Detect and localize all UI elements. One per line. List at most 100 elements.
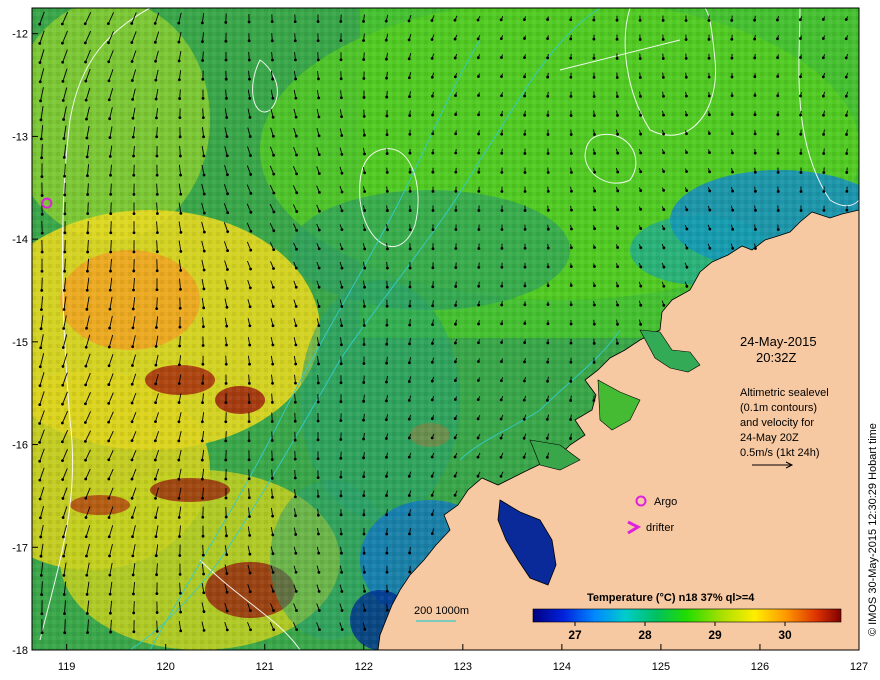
velocity-arrow-head [523,113,527,117]
velocity-arrow-head [477,75,480,78]
velocity-arrow-head [178,363,181,367]
velocity-arrow-head [500,303,504,307]
velocity-arrow-head [500,284,504,288]
velocity-arrow-head [271,590,275,593]
velocity-arrow-head [106,22,110,26]
velocity-arrow-head [340,228,344,232]
velocity-arrow-head [38,403,42,406]
velocity-arrow-head [270,458,274,461]
velocity-arrow-head [294,381,297,385]
velocity-arrow-head [546,113,550,117]
velocity-arrow-head [177,40,181,44]
colorbar-tick-label: 30 [778,628,792,642]
velocity-arrow-head [546,360,550,364]
velocity-arrow-head [202,192,206,196]
velocity-arrow-head [616,151,620,155]
velocity-arrow-head [730,94,734,98]
colorbar-title: Temperature (°C) n18 37% ql>=4 [587,592,755,604]
velocity-arrow-head [776,56,780,60]
velocity-arrow-head [294,324,298,328]
velocity-arrow-head [362,456,365,460]
velocity-arrow-head [130,22,134,25]
velocity-arrow-head [639,113,642,117]
velocity-arrow-head [86,231,90,235]
velocity-arrow-head [339,456,343,460]
velocity-arrow-head [754,247,757,250]
velocity-arrow-head [453,436,457,440]
velocity-arrow-head [249,154,252,157]
velocity-arrow-head [271,58,274,62]
velocity-arrow-head [130,401,134,405]
velocity-arrow-head [339,381,343,385]
velocity-arrow-head [454,151,458,155]
velocity-arrow-head [476,56,480,60]
velocity-arrow-head [248,116,252,119]
velocity-arrow-head [40,308,43,311]
velocity-arrow-head [500,265,504,269]
velocity-arrow-head [132,611,136,615]
velocity-arrow-head [407,513,411,517]
velocity-arrow-head [130,477,134,481]
velocity-arrow-head [408,170,412,174]
velocity-arrow-head [317,247,321,251]
velocity-arrow-head [546,379,549,383]
velocity-arrow-head [294,58,297,62]
velocity-arrow-head [616,189,620,193]
velocity-arrow-head [821,37,825,40]
velocity-arrow-head [131,535,134,539]
velocity-arrow-head [179,192,183,196]
velocity-arrow-head [84,364,88,368]
velocity-arrow-head [247,458,251,462]
velocity-arrow-head [799,75,802,79]
velocity-arrow-head [132,288,135,292]
velocity-arrow-head [85,612,89,615]
velocity-arrow-head [730,37,734,41]
velocity-arrow-head [271,134,275,138]
y-tick-label: -14 [12,234,28,246]
velocity-arrow-head [684,38,688,41]
velocity-arrow-head [523,379,526,383]
velocity-arrow-head [340,285,344,289]
velocity-arrow-head [454,322,457,326]
velocity-arrow-head [177,516,181,519]
velocity-arrow-head [386,247,389,251]
velocity-arrow-head [407,76,411,80]
velocity-arrow-head [708,170,711,174]
velocity-arrow [156,297,158,309]
velocity-arrow-head [317,190,321,194]
velocity-arrow-head [407,474,411,478]
velocity-arrow-head [430,398,434,402]
velocity-arrow-head [431,323,434,327]
velocity-arrow-head [225,154,229,158]
velocity-arrow-head [272,267,275,270]
velocity-arrow-head [339,513,343,517]
velocity-arrow-head [224,39,228,43]
velocity-arrow-head [638,18,642,22]
velocity-arrow-head [179,629,183,633]
velocity-arrow-head [707,75,711,79]
x-tick-label: 126 [751,661,769,673]
velocity-arrow-head [844,56,848,60]
velocity-arrow-head [707,19,711,22]
velocity-arrow-head [155,173,159,177]
velocity-arrow-head [431,285,435,289]
velocity-arrow-head [63,174,66,178]
velocity-arrow-head [295,247,298,251]
velocity-arrow-head [224,58,228,62]
velocity-arrow-head [569,75,573,79]
velocity-arrow-head [523,18,526,22]
velocity-arrow-head [523,209,527,212]
velocity-arrow-head [340,266,344,270]
velocity-arrow-head [248,324,252,328]
velocity-arrow-head [62,155,66,159]
velocity-arrow-head [339,39,343,43]
velocity-arrow-head [201,401,204,405]
velocity-arrow-head [248,343,252,347]
velocity-arrow-head [225,534,228,538]
velocity-arrow-head [39,516,42,520]
velocity-arrow-head [295,228,299,232]
velocity-arrow-head [730,56,734,60]
velocity-arrow-head [385,76,388,80]
velocity-arrow-head [109,193,113,196]
velocity-arrow-head [454,209,458,212]
